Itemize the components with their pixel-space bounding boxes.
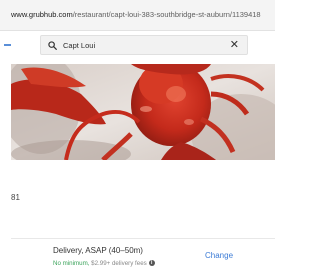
search-input[interactable]: Capt Loui ✕ (40, 35, 248, 55)
restaurant-page: Capt Loui ✕ 81 Delivery, ASAP (40–50m) N… (0, 31, 275, 274)
hero-image (11, 64, 275, 160)
partial-text: 81 (11, 193, 20, 202)
search-value: Capt Loui (63, 41, 96, 50)
change-delivery-button[interactable]: Change (205, 251, 233, 260)
url-text[interactable]: www.grubhub.com/restaurant/capt-loui-383… (11, 10, 273, 19)
lobster-photo (11, 64, 275, 160)
info-icon[interactable]: i (148, 260, 155, 267)
url-host: www.grubhub.com (11, 10, 73, 19)
search-icon (48, 41, 57, 50)
divider (11, 238, 275, 239)
minimum-text: No minimum, (53, 260, 90, 267)
fee-text: $2.99+ delivery fees (89, 260, 147, 267)
browser-address-bar[interactable]: www.grubhub.com/restaurant/capt-loui-383… (0, 0, 275, 31)
nav-indicator (4, 44, 11, 46)
url-path: /restaurant/capt-loui-383-southbridge-st… (72, 10, 261, 19)
clear-icon[interactable]: ✕ (230, 39, 239, 51)
delivery-fee-info: No minimum, $2.99+ delivery fees i (53, 260, 155, 267)
delivery-label: Delivery, ASAP (40–50m) (53, 246, 143, 255)
